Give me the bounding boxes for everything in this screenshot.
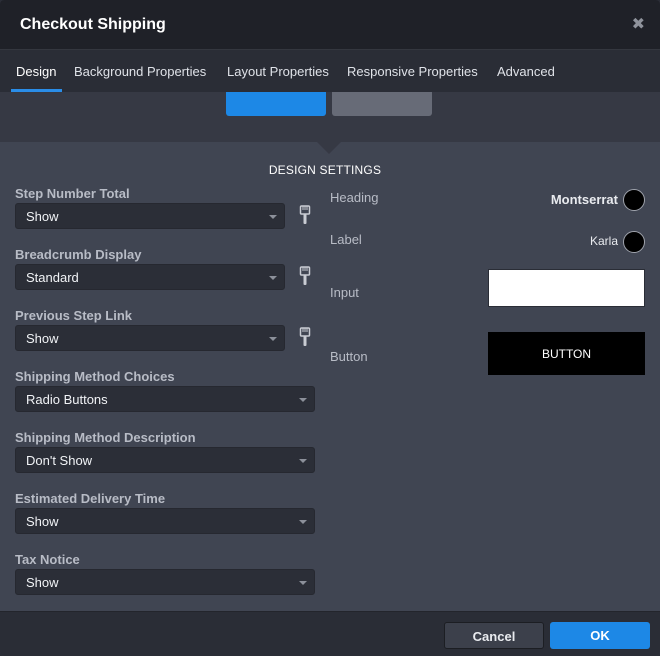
step-number-total-value: Show bbox=[26, 209, 59, 224]
button-style-preview[interactable]: BUTTON bbox=[488, 332, 645, 375]
input-style-label: Input bbox=[330, 285, 359, 300]
chevron-down-icon bbox=[299, 520, 307, 524]
tax-notice-value: Show bbox=[26, 575, 59, 590]
chevron-down-icon bbox=[269, 215, 277, 219]
preview-pointer bbox=[317, 142, 341, 154]
input-style-preview[interactable] bbox=[488, 269, 645, 307]
preview-primary-button[interactable] bbox=[226, 92, 326, 116]
heading-font-name[interactable]: Montserrat bbox=[551, 192, 618, 207]
previous-step-link-label: Previous Step Link bbox=[15, 308, 133, 323]
breadcrumb-display-select[interactable]: Standard bbox=[15, 264, 285, 290]
label-color-swatch[interactable] bbox=[623, 231, 645, 253]
tax-notice-select[interactable]: Show bbox=[15, 569, 315, 595]
cancel-button[interactable]: Cancel bbox=[444, 622, 544, 649]
previous-step-link-select[interactable]: Show bbox=[15, 325, 285, 351]
chevron-down-icon bbox=[299, 398, 307, 402]
shipping-method-description-value: Don't Show bbox=[26, 453, 93, 468]
previous-step-link-value: Show bbox=[26, 331, 59, 346]
chevron-down-icon bbox=[299, 581, 307, 585]
paintbrush-icon[interactable] bbox=[298, 266, 312, 286]
tab-responsive-properties[interactable]: Responsive Properties bbox=[347, 50, 478, 92]
estimated-delivery-time-label: Estimated Delivery Time bbox=[15, 491, 166, 506]
heading-color-swatch[interactable] bbox=[623, 189, 645, 211]
step-number-total-label: Step Number Total bbox=[15, 186, 130, 201]
shipping-method-choices-value: Radio Buttons bbox=[26, 392, 108, 407]
tax-notice-label: Tax Notice bbox=[15, 552, 80, 567]
dialog-title: Checkout Shipping bbox=[20, 16, 166, 33]
tab-advanced[interactable]: Advanced bbox=[497, 50, 555, 92]
tab-design[interactable]: Design bbox=[10, 50, 64, 92]
breadcrumb-display-label: Breadcrumb Display bbox=[15, 247, 142, 262]
design-settings-heading: DESIGN SETTINGS bbox=[268, 163, 382, 177]
estimated-delivery-time-select[interactable]: Show bbox=[15, 508, 315, 534]
dialog-footer: Cancel OK bbox=[0, 611, 660, 656]
preview-strip bbox=[0, 92, 660, 142]
tab-layout-properties[interactable]: Layout Properties bbox=[227, 50, 329, 92]
preview-secondary-button[interactable] bbox=[332, 92, 432, 116]
shipping-method-description-select[interactable]: Don't Show bbox=[15, 447, 315, 473]
estimated-delivery-time-value: Show bbox=[26, 514, 59, 529]
label-font-name[interactable]: Karla bbox=[590, 234, 618, 248]
heading-style-label: Heading bbox=[330, 190, 379, 205]
ok-button[interactable]: OK bbox=[550, 622, 650, 649]
button-style-label: Button bbox=[330, 349, 368, 364]
tab-background-properties[interactable]: Background Properties bbox=[74, 50, 206, 92]
dialog-titlebar: Checkout Shipping ✖ bbox=[0, 0, 660, 50]
checkout-shipping-dialog: Checkout Shipping ✖ Design Background Pr… bbox=[0, 0, 660, 656]
step-number-total-select[interactable]: Show bbox=[15, 203, 285, 229]
paintbrush-icon[interactable] bbox=[298, 327, 312, 347]
label-style-label: Label bbox=[330, 232, 362, 247]
chevron-down-icon bbox=[269, 276, 277, 280]
close-icon[interactable]: ✖ bbox=[632, 14, 645, 34]
chevron-down-icon bbox=[299, 459, 307, 463]
shipping-method-choices-label: Shipping Method Choices bbox=[15, 369, 175, 384]
paintbrush-icon[interactable] bbox=[298, 205, 312, 225]
breadcrumb-display-value: Standard bbox=[26, 270, 79, 285]
chevron-down-icon bbox=[269, 337, 277, 341]
shipping-method-description-label: Shipping Method Description bbox=[15, 430, 196, 445]
shipping-method-choices-select[interactable]: Radio Buttons bbox=[15, 386, 315, 412]
tab-bar: Design Background Properties Layout Prop… bbox=[0, 50, 660, 92]
